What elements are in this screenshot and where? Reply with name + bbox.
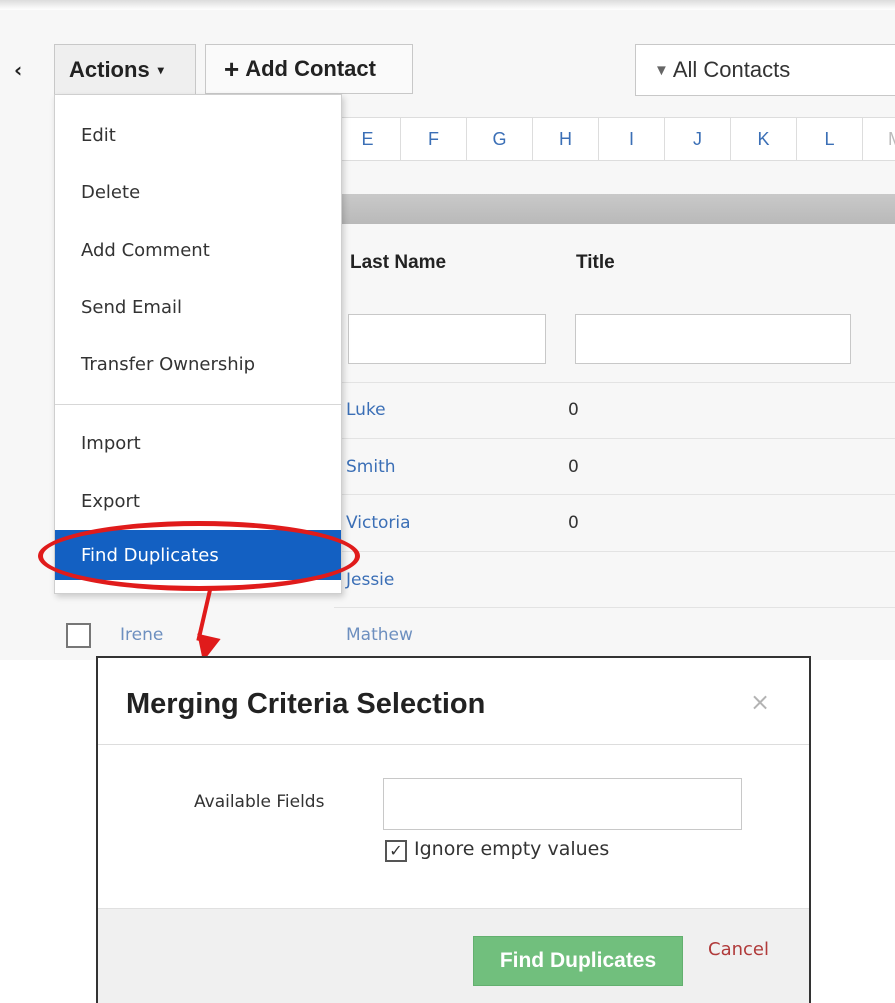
add-contact-label: Add Contact — [245, 56, 376, 81]
dialog-title: Merging Criteria Selection — [126, 688, 486, 720]
cell-last-name[interactable]: Mathew — [346, 625, 413, 645]
available-fields-label: Available Fields — [194, 792, 325, 812]
cell-last-name[interactable]: Smith — [346, 457, 396, 477]
highlight-ellipse-annotation — [38, 521, 360, 591]
cell-title: 0 — [568, 513, 579, 533]
alpha-letter[interactable]: K — [730, 117, 796, 161]
menu-item-import[interactable]: Import — [55, 419, 341, 467]
menu-item-transfer-ownership[interactable]: Transfer Ownership — [55, 340, 341, 388]
row-divider — [334, 438, 895, 439]
cancel-link[interactable]: Cancel — [708, 939, 769, 960]
merging-criteria-dialog: Merging Criteria Selection × Available F… — [96, 656, 811, 1003]
dialog-footer: Find Duplicates Cancel — [98, 908, 809, 1003]
actions-button[interactable]: Actions ▾ — [54, 44, 196, 94]
row-select-checkbox[interactable] — [66, 623, 91, 648]
add-contact-button[interactable]: + Add Contact — [205, 44, 413, 94]
cell-last-name[interactable]: Victoria — [346, 513, 411, 533]
alpha-letter[interactable]: G — [466, 117, 532, 161]
alpha-letter[interactable]: F — [400, 117, 466, 161]
row-divider — [334, 607, 895, 608]
column-header-title[interactable]: Title — [576, 252, 615, 274]
menu-item-delete[interactable]: Delete — [55, 168, 341, 216]
alpha-letter[interactable]: J — [664, 117, 730, 161]
menu-divider — [55, 404, 341, 405]
alpha-letter[interactable]: M — [862, 117, 895, 161]
menu-item-send-email[interactable]: Send Email — [55, 283, 341, 331]
menu-item-edit[interactable]: Edit — [55, 111, 341, 159]
menu-item-export[interactable]: Export — [55, 477, 341, 525]
contact-view-filter[interactable]: ▼ All Contacts — [635, 44, 895, 96]
row-divider — [334, 382, 895, 383]
window-top-edge — [0, 0, 895, 10]
alpha-letter[interactable]: I — [598, 117, 664, 161]
row-divider — [334, 551, 895, 552]
title-filter-input[interactable] — [575, 314, 851, 364]
find-duplicates-button[interactable]: Find Duplicates — [473, 936, 683, 986]
ignore-empty-checkbox[interactable]: ✓ — [385, 840, 407, 862]
cell-title: 0 — [568, 457, 579, 477]
cell-first-name[interactable]: Irene — [120, 625, 163, 645]
chevron-down-icon: ▾ — [157, 62, 164, 77]
column-header-last-name[interactable]: Last Name — [350, 252, 446, 274]
cell-last-name[interactable]: Luke — [346, 400, 386, 420]
back-arrow-icon[interactable]: ‹ — [14, 58, 22, 82]
funnel-icon: ▼ — [654, 61, 669, 79]
dialog-header-divider — [98, 744, 809, 745]
cell-last-name[interactable]: Jessie — [346, 570, 394, 590]
plus-icon: + — [224, 54, 240, 84]
table-group-bar — [334, 194, 895, 224]
available-fields-select[interactable] — [383, 778, 742, 830]
menu-item-add-comment[interactable]: Add Comment — [55, 226, 341, 274]
alpha-letter[interactable]: L — [796, 117, 862, 161]
last-name-filter-input[interactable] — [348, 314, 546, 364]
actions-button-label: Actions — [69, 56, 150, 82]
cell-title: 0 — [568, 400, 579, 420]
alpha-letter[interactable]: H — [532, 117, 598, 161]
alpha-letter[interactable]: E — [334, 117, 400, 161]
ignore-empty-label[interactable]: Ignore empty values — [414, 838, 609, 860]
actions-dropdown-menu: Edit Delete Add Comment Send Email Trans… — [54, 94, 342, 594]
row-divider — [334, 494, 895, 495]
alphabet-filter: E F G H I J K L M — [334, 117, 895, 161]
close-icon[interactable]: × — [750, 688, 770, 716]
contact-view-label: All Contacts — [672, 57, 791, 82]
